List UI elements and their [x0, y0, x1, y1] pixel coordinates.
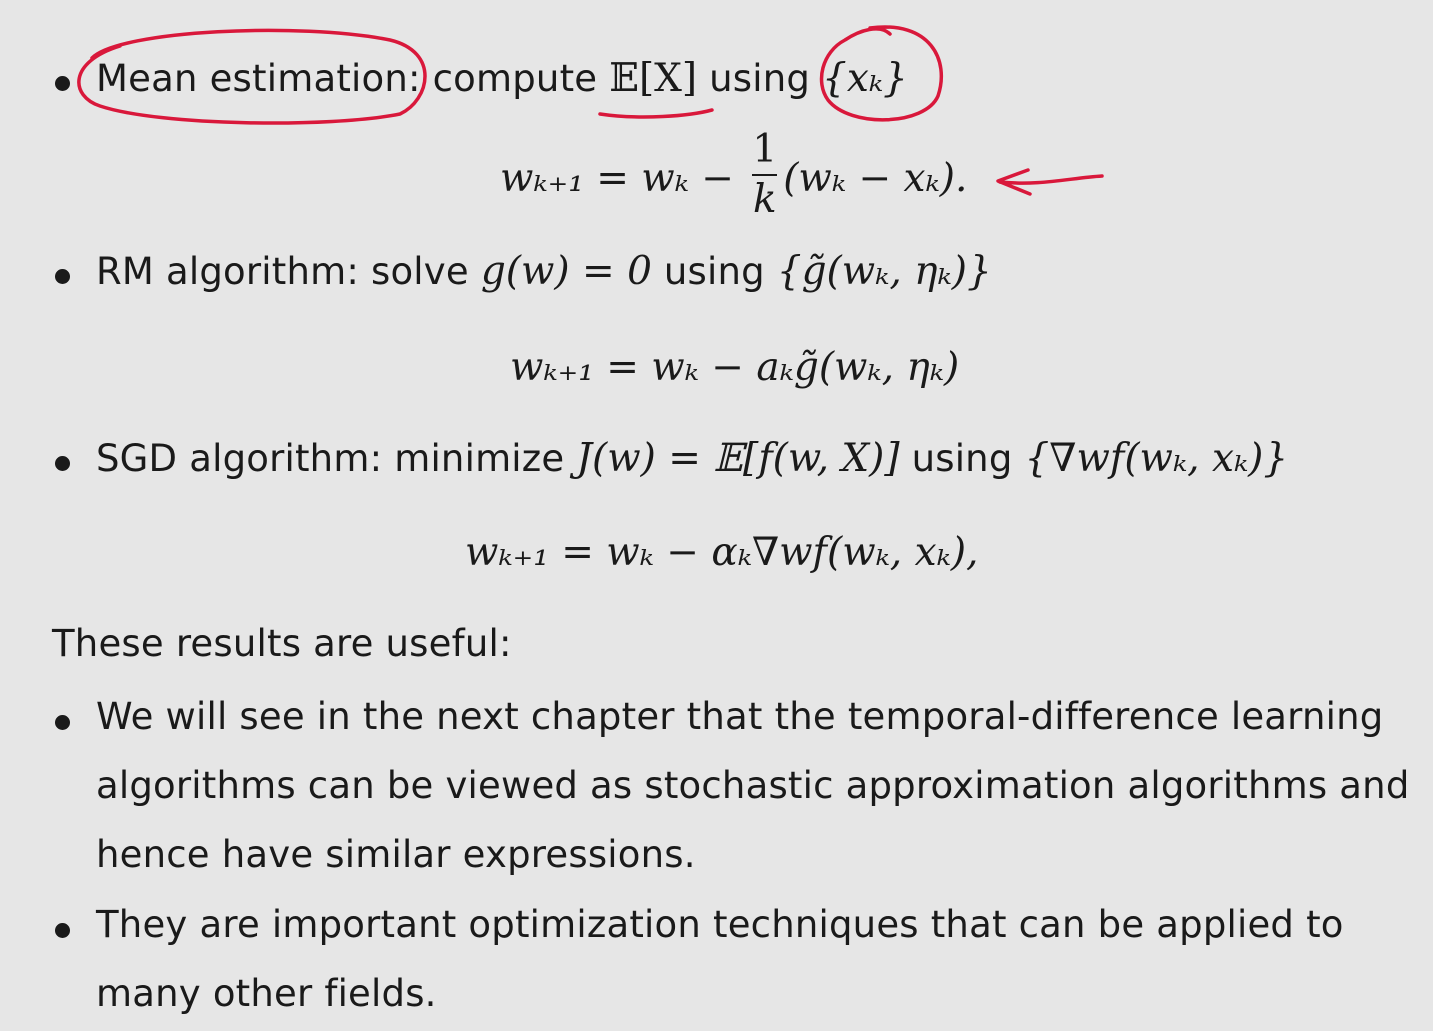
conclusion-heading: These results are useful: — [52, 622, 512, 665]
conclusion-bullet1-line1: We will see in the next chapter that the… — [96, 695, 1384, 738]
rm-algorithm-label: RM algorithm: — [96, 250, 360, 293]
fraction-numerator: 1 — [752, 127, 778, 172]
mean-formula-fraction: 1k — [752, 127, 778, 222]
rm-algorithm-text: solve — [359, 250, 481, 293]
arrow-annotation-mean-formula — [998, 174, 1104, 185]
mean-formula-lhs: wₖ₊₁ = wₖ − — [500, 156, 747, 201]
rm-algorithm-formula: wₖ₊₁ = wₖ − aₖg̃(wₖ, ηₖ) — [510, 345, 960, 390]
bullet-dot — [55, 923, 70, 938]
mean-estimation-data: {xₖ} — [822, 56, 908, 101]
mean-estimation-line: Mean estimation: compute 𝔼[X] using {xₖ} — [96, 56, 908, 101]
bullet-dot — [55, 456, 70, 471]
underline-annotation-expectation — [598, 108, 714, 119]
mean-estimation-expr: 𝔼[X] — [609, 56, 698, 101]
sgd-algorithm-formula: wₖ₊₁ = wₖ − αₖ∇wf(wₖ, xₖ), — [465, 530, 979, 575]
mean-estimation-label: Mean estimation: — [96, 57, 421, 100]
sgd-algorithm-expr: J(w) = 𝔼[f(w, X)] — [576, 436, 900, 481]
bullet-dot — [55, 715, 70, 730]
sgd-algorithm-data: {∇wf(wₖ, xₖ)} — [1024, 436, 1289, 481]
conclusion-bullet2-line1: They are important optimization techniqu… — [96, 903, 1344, 946]
sgd-algorithm-line: SGD algorithm: minimize J(w) = 𝔼[f(w, X)… — [96, 436, 1288, 481]
mean-estimation-formula: wₖ₊₁ = wₖ − 1 k (wₖ − xₖ). — [500, 128, 968, 228]
mean-estimation-text: compute — [420, 57, 610, 100]
arrowhead-annotation — [996, 168, 1032, 196]
sgd-algorithm-using: using — [899, 437, 1025, 480]
slide: Mean estimation: compute 𝔼[X] using {xₖ}… — [0, 0, 1433, 1031]
sgd-algorithm-label: SGD algorithm: — [96, 437, 383, 480]
sgd-algorithm-text: minimize — [382, 437, 577, 480]
rm-algorithm-using: using — [651, 250, 777, 293]
bullet-dot — [55, 76, 70, 91]
mean-estimation-using: using — [697, 57, 823, 100]
fraction-bar — [752, 174, 778, 176]
conclusion-bullet2-line2: many other fields. — [96, 972, 437, 1015]
rm-algorithm-data: {g̃(wₖ, ηₖ)} — [776, 249, 992, 294]
fraction-denominator: k — [752, 177, 777, 222]
rm-algorithm-line: RM algorithm: solve g(w) = 0 using {g̃(w… — [96, 249, 992, 294]
mean-formula-rhs: (wₖ − xₖ). — [783, 156, 968, 201]
conclusion-bullet1-line3: hence have similar expressions. — [96, 833, 696, 876]
conclusion-bullet1-line2: algorithms can be viewed as stochastic a… — [96, 764, 1410, 807]
bullet-dot — [55, 269, 70, 284]
rm-algorithm-expr: g(w) = 0 — [480, 249, 652, 294]
